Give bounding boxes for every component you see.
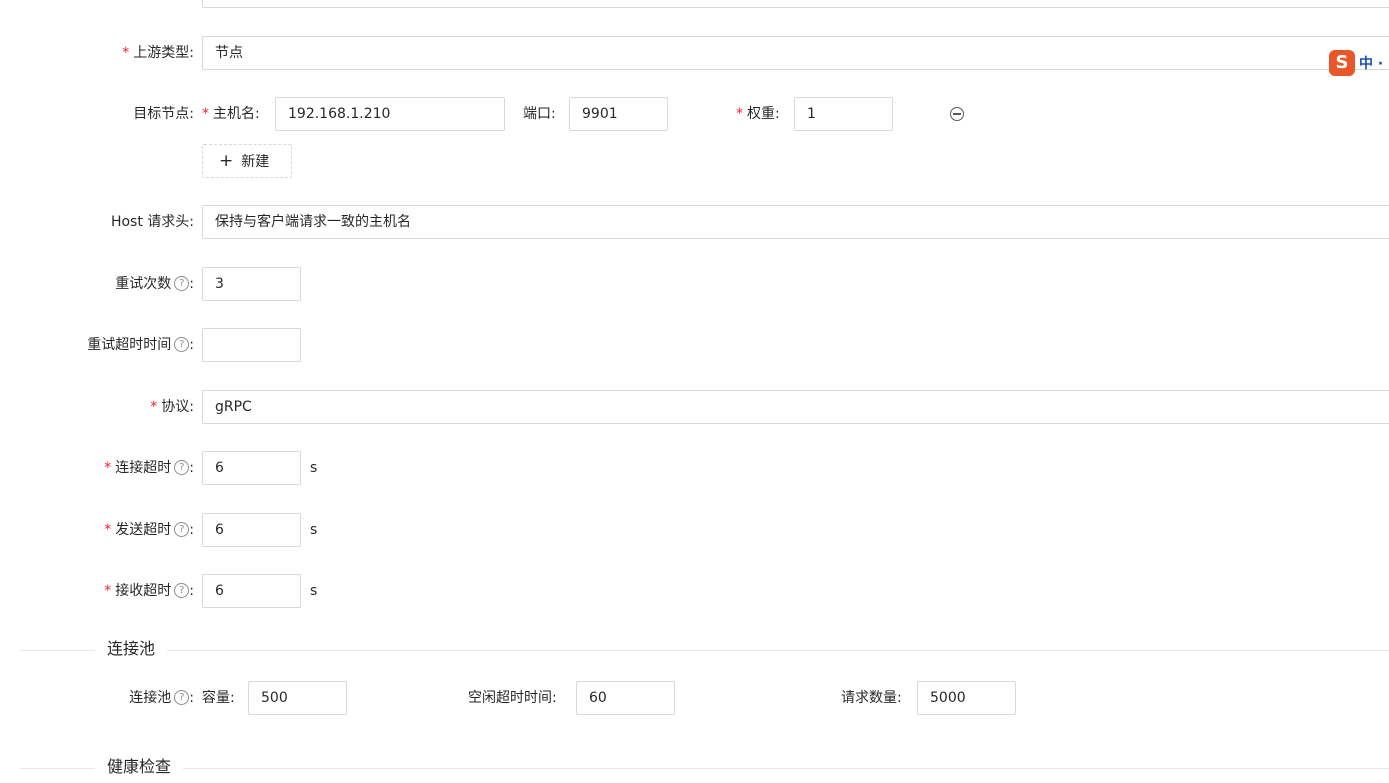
retries-input[interactable]: 3 <box>202 267 301 301</box>
upstream-type-label: * 上游类型: <box>122 45 194 61</box>
port-label: 端口: <box>523 106 556 122</box>
connect-timeout-unit: s <box>310 460 318 476</box>
question-icon[interactable]: ? <box>174 275 190 291</box>
read-timeout-label: * 接收超时?: <box>104 582 194 599</box>
port-input[interactable]: 9901 <box>569 97 668 131</box>
upstream-type-select[interactable]: 节点 <box>202 36 1389 70</box>
plus-icon: + <box>219 151 234 171</box>
ime-mode-text: 中 · <box>1359 56 1384 72</box>
keepalive-divider <box>20 650 1389 651</box>
host-label: * 主机名: <box>202 106 260 122</box>
connect-timeout-input[interactable]: 6 <box>202 451 301 485</box>
weight-input[interactable]: 1 <box>794 97 893 131</box>
question-icon[interactable]: ? <box>174 689 190 705</box>
requests-input[interactable]: 5000 <box>917 681 1016 715</box>
keepalive-section-title: 连接池 <box>95 637 168 661</box>
keepalive-label: 连接池?: <box>129 689 194 706</box>
health-check-section-title: 健康检查 <box>95 755 184 779</box>
retry-timeout-label: 重试超时时间?: <box>87 336 194 353</box>
retries-label: 重试次数?: <box>115 275 194 292</box>
pool-size-input[interactable]: 500 <box>248 681 347 715</box>
previous-field-input[interactable] <box>202 0 1389 8</box>
read-timeout-input[interactable]: 6 <box>202 574 301 608</box>
add-node-button[interactable]: + 新建 <box>202 144 292 178</box>
question-icon[interactable]: ? <box>174 521 190 537</box>
remove-node-icon[interactable] <box>950 107 964 121</box>
idle-timeout-label: 空闲超时时间: <box>468 690 557 706</box>
ime-indicator[interactable]: S 中 · <box>1329 50 1383 76</box>
sogou-ime-icon: S <box>1329 50 1355 76</box>
read-timeout-unit: s <box>310 583 318 599</box>
question-icon[interactable]: ? <box>174 459 190 475</box>
protocol-label: * 协议: <box>150 399 194 415</box>
health-check-divider <box>20 768 1389 769</box>
question-icon[interactable]: ? <box>174 336 190 352</box>
pool-size-label: 容量: <box>202 690 235 706</box>
weight-label: * 权重: <box>736 106 780 122</box>
retry-timeout-input[interactable] <box>202 328 301 362</box>
host-header-label: Host 请求头: <box>110 214 194 230</box>
send-timeout-label: * 发送超时?: <box>104 521 194 538</box>
send-timeout-unit: s <box>310 522 318 538</box>
connect-timeout-label: * 连接超时?: <box>104 459 194 476</box>
host-input[interactable]: 192.168.1.210 <box>275 97 505 131</box>
target-nodes-label: 目标节点: <box>133 106 194 122</box>
requests-label: 请求数量: <box>841 690 902 706</box>
question-icon[interactable]: ? <box>174 582 190 598</box>
idle-timeout-input[interactable]: 60 <box>576 681 675 715</box>
send-timeout-input[interactable]: 6 <box>202 513 301 547</box>
protocol-select[interactable]: gRPC <box>202 390 1389 424</box>
host-header-select[interactable]: 保持与客户端请求一致的主机名 <box>202 205 1389 239</box>
